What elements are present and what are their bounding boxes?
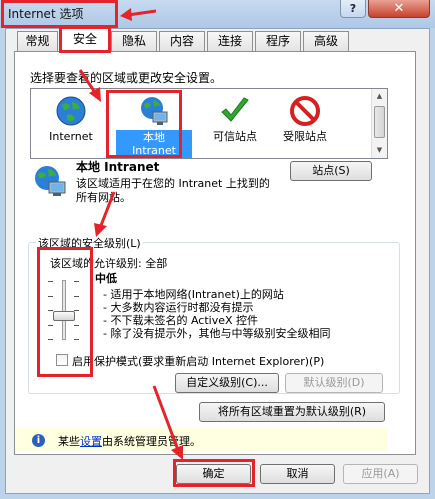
annotation-arrow-icon [78, 69, 101, 102]
annotation-box [173, 459, 255, 487]
zone-list-scrollbar[interactable]: ▲ ▼ [371, 89, 387, 158]
annotation-arrow-icon [94, 191, 116, 237]
level-bullet: - 除了没有提示外，其他与中等级别安全级相同 [103, 327, 331, 340]
zone-label: 可信站点 [213, 130, 257, 143]
scroll-up-icon[interactable]: ▲ [372, 89, 387, 104]
scroll-thumb[interactable] [374, 106, 385, 138]
apply-button[interactable]: 应用(A) [343, 464, 418, 484]
default-level-button[interactable]: 默认级别(D) [285, 373, 383, 393]
checkmark-icon [221, 97, 249, 122]
tab-connections[interactable]: 连接 [207, 31, 253, 51]
info-icon: i [32, 434, 45, 447]
zone-restricted-sites[interactable]: 受限站点 [267, 92, 343, 158]
zone-title: 本地 Intranet [76, 160, 160, 174]
intranet-icon [35, 166, 66, 196]
tab-general[interactable]: 常规 [17, 31, 58, 51]
reset-all-zones-button[interactable]: 将所有区域重置为默认级别(R) [199, 402, 385, 422]
annotation-box [1, 0, 118, 28]
info-prefix: 某些 [58, 435, 80, 448]
zone-label: 受限站点 [283, 130, 327, 143]
tab-advanced[interactable]: 高级 [303, 31, 349, 51]
sites-button[interactable]: 站点(S) [290, 161, 372, 181]
protected-mode-label[interactable]: 启用保护模式(要求重新启动 Internet Explorer)(P) [72, 353, 324, 369]
close-button[interactable]: ✕ [368, 0, 430, 18]
annotation-arrow-icon [152, 385, 183, 460]
annotation-arrow-icon [120, 8, 157, 21]
settings-link[interactable]: 设置 [80, 435, 102, 448]
no-entry-icon [290, 96, 320, 126]
zone-prompt: 选择要查看的区域或更改安全设置。 [30, 71, 223, 85]
level-bullet: - 不下载未签名的 ActiveX 控件 [103, 314, 259, 327]
tab-content[interactable]: 内容 [159, 31, 205, 51]
annotation-box [59, 26, 111, 53]
level-bullet: - 适用于本地网络(Intranet)上的网站 [103, 288, 284, 301]
tab-privacy[interactable]: 隐私 [111, 31, 157, 51]
help-button[interactable]: ? [340, 0, 366, 18]
annotation-box [106, 90, 182, 158]
annotation-box [37, 247, 93, 377]
custom-level-button[interactable]: 自定义级别(C)... [175, 373, 279, 393]
scroll-down-icon[interactable]: ▼ [372, 143, 387, 158]
cancel-button[interactable]: 取消 [260, 464, 335, 484]
tab-programs[interactable]: 程序 [255, 31, 301, 51]
security-level-name: 中低 [95, 272, 117, 285]
zone-trusted-sites[interactable]: 可信站点 [197, 92, 273, 158]
zone-label: Internet [49, 130, 93, 143]
level-bullet: - 大多数内容运行时都没有提示 [103, 301, 254, 314]
